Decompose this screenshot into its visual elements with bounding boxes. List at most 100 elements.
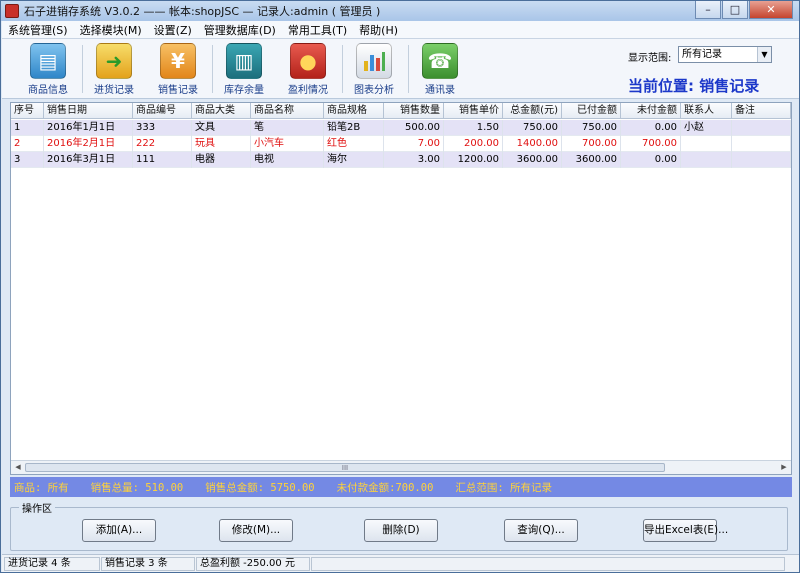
- cell: 500.00: [384, 120, 444, 136]
- col-header[interactable]: 联系人: [681, 103, 732, 119]
- sales-table[interactable]: 序号 销售日期 商品编号 商品大类 商品名称 商品规格 销售数量 销售单价 总金…: [10, 102, 792, 475]
- tool-label: 进货记录: [94, 85, 134, 96]
- cell: 750.00: [562, 120, 621, 136]
- query-button[interactable]: 查询(Q)...: [504, 519, 578, 542]
- col-header[interactable]: 销售日期: [44, 103, 133, 119]
- summary-range: 汇总范围: 所有记录: [455, 481, 553, 494]
- summary-goods: 商品: 所有: [14, 481, 69, 494]
- cell: 2016年1月1日: [44, 120, 133, 136]
- cell: 小赵: [681, 120, 732, 136]
- tool-contacts[interactable]: ☎ 通讯录: [410, 43, 470, 97]
- cell: 0.00: [621, 120, 681, 136]
- coins-icon: ●: [290, 43, 326, 79]
- title-bar[interactable]: 石子进销存系统 V3.0.2 —— 帐本:shopJSC — 记录人:admin…: [1, 1, 799, 21]
- cell: 333: [133, 120, 192, 136]
- tool-stock[interactable]: ▥ 库存余量: [214, 43, 274, 97]
- col-header[interactable]: 销售单价: [444, 103, 503, 119]
- scroll-thumb[interactable]: III: [25, 463, 665, 472]
- table-row[interactable]: 1 2016年1月1日 333 文具 笔 铅笔2B 500.00 1.50 75…: [11, 120, 791, 136]
- cell: 2016年2月1日: [44, 136, 133, 152]
- maximize-button[interactable]: □: [722, 1, 748, 19]
- menu-module[interactable]: 选择模块(M): [74, 22, 148, 38]
- menu-system[interactable]: 系统管理(S): [2, 22, 74, 38]
- cell: 1400.00: [503, 136, 562, 152]
- cell: [681, 136, 732, 152]
- col-header[interactable]: 商品编号: [133, 103, 192, 119]
- cell: 750.00: [503, 120, 562, 136]
- cell: 文具: [192, 120, 251, 136]
- cell: [732, 152, 791, 168]
- cell: 笔: [251, 120, 324, 136]
- tool-label: 通讯录: [425, 85, 455, 96]
- cell: 222: [133, 136, 192, 152]
- col-header[interactable]: 销售数量: [384, 103, 444, 119]
- status-blank: [311, 557, 785, 571]
- cell: 1: [11, 120, 44, 136]
- status-bar: 进货记录 4 条 销售记录 3 条 总盈利额 -250.00 元: [2, 554, 799, 572]
- tool-profit[interactable]: ● 盈利情况: [278, 43, 338, 97]
- cell: 3600.00: [503, 152, 562, 168]
- tool-label: 销售记录: [158, 85, 198, 96]
- cell: [732, 136, 791, 152]
- col-header[interactable]: 商品大类: [192, 103, 251, 119]
- document-icon: ▤: [30, 43, 66, 79]
- cell: 电视: [251, 152, 324, 168]
- tool-chart[interactable]: 图表分析: [344, 43, 404, 97]
- scroll-right-icon[interactable]: ▶: [778, 462, 790, 473]
- tool-goods-info[interactable]: ▤ 商品信息: [18, 43, 78, 97]
- menu-tools[interactable]: 常用工具(T): [282, 22, 353, 38]
- app-window: 石子进销存系统 V3.0.2 —— 帐本:shopJSC — 记录人:admin…: [0, 0, 800, 573]
- tool-label: 库存余量: [224, 85, 264, 96]
- status-sales-count: 销售记录 3 条: [101, 557, 195, 571]
- cell: 200.00: [444, 136, 503, 152]
- cell: 红色: [324, 136, 384, 152]
- col-header[interactable]: 商品名称: [251, 103, 324, 119]
- summary-unpaid: 未付款金额:700.00: [336, 481, 434, 494]
- range-label: 显示范围:: [628, 53, 672, 64]
- col-header[interactable]: 商品规格: [324, 103, 384, 119]
- tool-sales[interactable]: ¥ 销售记录: [148, 43, 208, 97]
- cell: 海尔: [324, 152, 384, 168]
- cell: [732, 120, 791, 136]
- col-header[interactable]: 未付金额: [621, 103, 681, 119]
- scroll-left-icon[interactable]: ◀: [12, 462, 24, 473]
- cell: 0.00: [621, 152, 681, 168]
- range-select[interactable]: 所有记录 ▼: [678, 46, 772, 63]
- cell: 1.50: [444, 120, 503, 136]
- close-button[interactable]: ✕: [749, 1, 793, 19]
- menu-settings[interactable]: 设置(Z): [148, 22, 198, 38]
- tool-label: 图表分析: [354, 85, 394, 96]
- box-in-icon: ➜: [96, 43, 132, 79]
- minimize-button[interactable]: –: [695, 1, 721, 19]
- menu-help[interactable]: 帮助(H): [353, 22, 404, 38]
- cell: 7.00: [384, 136, 444, 152]
- summary-total-qty: 销售总量: 510.00: [90, 481, 184, 494]
- add-button[interactable]: 添加(A)...: [82, 519, 156, 542]
- col-header[interactable]: 已付金额: [562, 103, 621, 119]
- table-row[interactable]: 2 2016年2月1日 222 玩具 小汽车 红色 7.00 200.00 14…: [11, 136, 791, 152]
- col-header[interactable]: 序号: [11, 103, 44, 119]
- delete-button[interactable]: 删除(D): [364, 519, 438, 542]
- status-purchase-count: 进货记录 4 条: [4, 557, 100, 571]
- cell: 700.00: [621, 136, 681, 152]
- export-excel-button[interactable]: 导出Excel表(E)...: [643, 519, 728, 542]
- summary-bar: 商品: 所有 销售总量: 510.00 销售总金额: 5750.00 未付款金额…: [10, 477, 792, 497]
- range-select-value: 所有记录: [682, 49, 722, 60]
- cell: 111: [133, 152, 192, 168]
- cell: 1200.00: [444, 152, 503, 168]
- col-header[interactable]: 备注: [732, 103, 791, 119]
- table-header: 序号 销售日期 商品编号 商品大类 商品名称 商品规格 销售数量 销售单价 总金…: [11, 103, 791, 119]
- cell: 3600.00: [562, 152, 621, 168]
- chevron-down-icon[interactable]: ▼: [757, 47, 771, 62]
- edit-button[interactable]: 修改(M)...: [219, 519, 293, 542]
- toolbar: ▤ 商品信息 ➜ 进货记录 ¥ 销售记录 ▥ 库存余量 ● 盈利情况 图表分析: [2, 39, 799, 99]
- tool-label: 盈利情况: [288, 85, 328, 96]
- cell: 2016年3月1日: [44, 152, 133, 168]
- tool-purchase[interactable]: ➜ 进货记录: [84, 43, 144, 97]
- menu-database[interactable]: 管理数据库(D): [198, 22, 282, 38]
- table-row[interactable]: 3 2016年3月1日 111 电器 电视 海尔 3.00 1200.00 36…: [11, 152, 791, 168]
- col-header[interactable]: 总金额(元): [503, 103, 562, 119]
- summary-total-amount: 销售总金额: 5750.00: [205, 481, 315, 494]
- horizontal-scrollbar[interactable]: ◀ III ▶: [11, 460, 791, 474]
- status-profit: 总盈利额 -250.00 元: [196, 557, 310, 571]
